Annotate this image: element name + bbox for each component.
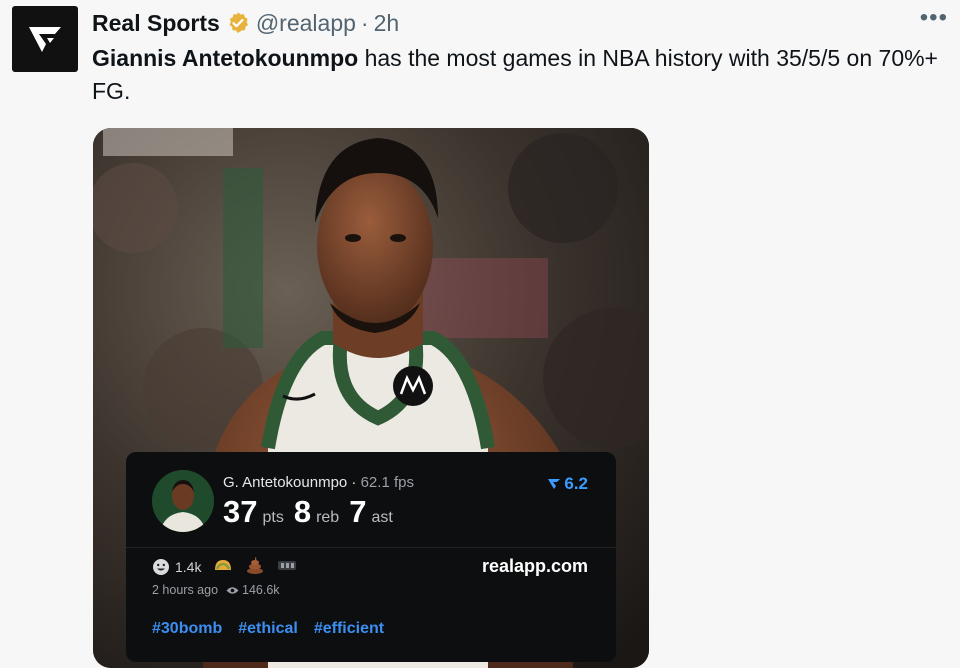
fps-value: 62.1 fps: [360, 474, 414, 491]
tweet-header: Real Sports @realapp · 2h: [92, 6, 960, 40]
reaction-count: 1.4k: [175, 558, 202, 575]
stat-points-value: 37: [223, 494, 258, 529]
tweet-text: Giannis Antetokounmpo has the most games…: [92, 42, 942, 108]
site-link[interactable]: realapp.com: [482, 556, 588, 577]
views: 146.6k: [226, 583, 280, 597]
player-line: G. Antetokounmpo · 62.1 fps: [223, 474, 414, 491]
user-handle[interactable]: @realapp: [256, 10, 356, 37]
display-name[interactable]: Real Sports: [92, 10, 220, 37]
player-avatar: [152, 470, 214, 532]
poop-reaction-icon[interactable]: [245, 556, 265, 577]
reactions-row: 1.4k: [152, 556, 297, 577]
smiley-reaction[interactable]: 1.4k: [152, 558, 201, 576]
taco-reaction-icon[interactable]: [213, 557, 233, 576]
rank-value: 6.2: [564, 474, 588, 493]
stat-points-label: pts: [262, 509, 284, 526]
stat-assists-label: ast: [371, 509, 393, 526]
tweet-text-bold: Giannis Antetokounmpo: [92, 45, 359, 71]
header-separator: ·: [360, 9, 369, 36]
posted-time: 2 hours ago: [152, 583, 219, 597]
stat-line: 37 pts 8 reb 7 ast: [223, 494, 403, 530]
hashtag-efficient[interactable]: #efficient: [314, 620, 384, 638]
post-time[interactable]: 2h: [374, 10, 400, 37]
stats-card[interactable]: G. Antetokounmpo · 62.1 fps 6.2 37 pts 8…: [126, 452, 616, 662]
smiley-reaction-icon: [153, 558, 169, 575]
hashtags: #30bomb #ethical #efficient: [152, 620, 384, 638]
logo-icon: [29, 27, 61, 52]
more-options-icon[interactable]: •••: [920, 4, 948, 32]
player-separator: ·: [351, 474, 357, 491]
hashtag-30bomb[interactable]: #30bomb: [152, 620, 222, 638]
account-avatar[interactable]: [12, 6, 78, 72]
hashtag-ethical[interactable]: #ethical: [238, 620, 298, 638]
rank-indicator: 6.2: [547, 474, 588, 494]
stat-assists-value: 7: [349, 494, 367, 529]
card-divider: [126, 547, 616, 548]
rank-arrow-icon: [548, 479, 561, 489]
views-count: 146.6k: [242, 583, 280, 597]
verified-badge-icon: [226, 11, 250, 35]
stat-rebounds-value: 8: [293, 494, 312, 529]
player-name[interactable]: G. Antetokounmpo: [223, 474, 347, 491]
eye-icon: [226, 586, 239, 594]
post-meta: 2 hours ago 146.6k: [152, 583, 280, 597]
stat-rebounds-label: reb: [316, 509, 340, 526]
box-reaction-icon[interactable]: [277, 558, 297, 575]
